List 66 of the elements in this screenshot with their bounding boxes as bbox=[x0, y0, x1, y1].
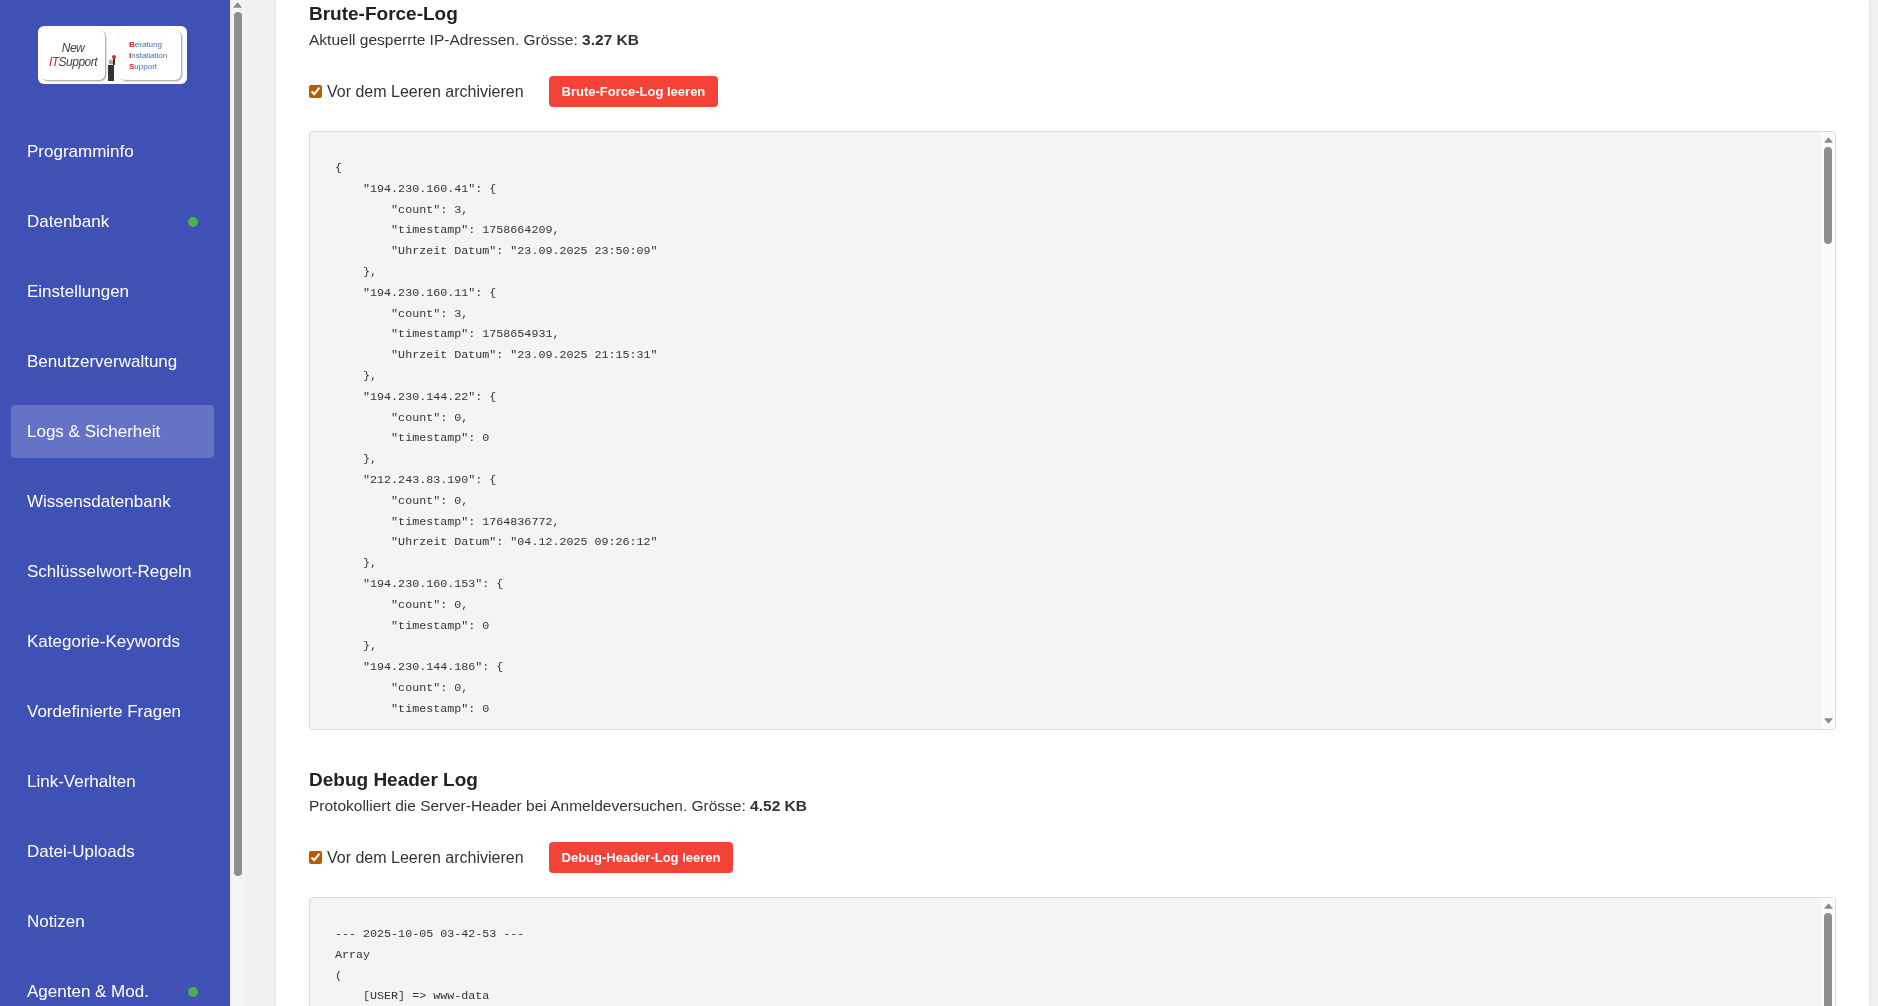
code-line: "timestamp": 1764836772, bbox=[390, 513, 560, 531]
code-line: }, bbox=[362, 451, 378, 469]
code-line: { bbox=[335, 160, 342, 177]
logo-text: Beratung bbox=[129, 38, 163, 50]
code-line: Array bbox=[335, 946, 371, 964]
code-line: [USER] => www-data bbox=[362, 988, 490, 1006]
scroll-down-icon[interactable] bbox=[1823, 718, 1833, 724]
code-line: "timestamp": 0 bbox=[390, 617, 490, 635]
code-line: }, bbox=[362, 638, 378, 656]
code-line: "count": 0, bbox=[390, 679, 469, 697]
code-line: "timestamp": 1758664209, bbox=[390, 222, 560, 240]
figure-icon bbox=[105, 55, 117, 81]
sidebar-item[interactable]: Vordefinierte Fragen bbox=[11, 685, 214, 738]
section-description: Aktuell gesperrte IP-Adressen. Grösse: 3.27 KB bbox=[309, 30, 639, 50]
code-line: "Uhrzeit Datum": "23.09.2025 23:50:09" bbox=[390, 243, 658, 261]
sidebar-item[interactable]: Kategorie-Keywords bbox=[11, 615, 214, 668]
section-title: Brute-Force-Log bbox=[309, 2, 458, 26]
code-line: "194.230.160.41": { bbox=[362, 180, 497, 198]
code-line: "timestamp": 0 bbox=[390, 430, 490, 448]
sidebar-item[interactable]: Datenbank bbox=[11, 195, 214, 248]
code-line: "timestamp": 0 bbox=[390, 700, 490, 718]
code-line: "count": 0, bbox=[390, 409, 469, 427]
code-line: }, bbox=[362, 555, 378, 573]
code-line: "count": 3, bbox=[390, 201, 469, 219]
scroll-up-icon[interactable] bbox=[1823, 137, 1833, 143]
code-line: "count": 0, bbox=[390, 492, 469, 510]
scrollbar-thumb[interactable] bbox=[1824, 147, 1832, 244]
code-line: ( bbox=[335, 967, 342, 985]
code-line: "Uhrzeit Datum": "23.09.2025 21:15:31" bbox=[390, 347, 658, 365]
logo-text: Installation bbox=[129, 49, 169, 61]
code-line: "count": 3, bbox=[390, 305, 469, 323]
checkbox[interactable] bbox=[309, 85, 322, 98]
code-line: }, bbox=[362, 264, 378, 281]
code-line: "timestamp": 1758654931, bbox=[390, 326, 560, 344]
code-line: "count": 0, bbox=[390, 596, 469, 614]
sidebar-item[interactable]: Notizen bbox=[11, 895, 214, 948]
scrollbar-thumb[interactable] bbox=[233, 12, 242, 876]
code-line: }, bbox=[362, 367, 378, 385]
sidebar-item[interactable]: Programminfo bbox=[11, 125, 214, 178]
code-line: "194.230.144.186": { bbox=[362, 659, 504, 677]
sidebar-item[interactable]: Einstellungen bbox=[11, 265, 214, 318]
code-line: --- 2025-10-05 03-42-53 --- bbox=[335, 926, 525, 943]
sidebar-item[interactable]: Schlüsselwort-Regeln bbox=[11, 545, 214, 598]
sidebar-item[interactable]: Datei-Uploads bbox=[11, 825, 214, 878]
checkbox[interactable] bbox=[309, 851, 322, 864]
sidebar-item[interactable]: Link-Verhalten bbox=[11, 755, 214, 808]
code-line: "194.230.160.11": { bbox=[362, 284, 497, 302]
code-line: "212.243.83.190": { bbox=[362, 471, 497, 489]
code-line: "Uhrzeit Datum": "04.12.2025 09:26:12" bbox=[390, 534, 658, 552]
section-description: Protokolliert die Server-Header bei Anmeldeversuchen. Grösse: 4.52 KB bbox=[309, 796, 807, 816]
logo-text: Support bbox=[129, 60, 159, 72]
code-line: "194.230.144.22": { bbox=[362, 388, 497, 406]
sidebar-item[interactable]: Logs & Sicherheit bbox=[11, 405, 214, 458]
sidebar-item[interactable]: Agenten & Mod. bbox=[11, 965, 214, 1006]
code-line: "194.230.160.153": { bbox=[362, 575, 504, 593]
scrollbar-thumb[interactable] bbox=[1824, 913, 1832, 1006]
clear-log-button[interactable]: Debug-Header-Log leeren bbox=[548, 842, 734, 873]
logo-text: ITSupport bbox=[48, 55, 98, 69]
scroll-up-icon[interactable] bbox=[1823, 903, 1833, 909]
sidebar-item[interactable]: Wissensdatenbank bbox=[11, 475, 214, 528]
scrollbar[interactable] bbox=[1821, 132, 1835, 729]
scroll-up-icon[interactable] bbox=[233, 2, 242, 8]
logo-text: New bbox=[61, 41, 85, 55]
clear-log-button[interactable]: Brute-Force-Log leeren bbox=[548, 76, 719, 107]
section-title: Debug Header Log bbox=[309, 768, 478, 792]
sidebar-item[interactable]: Benutzerverwaltung bbox=[11, 335, 214, 388]
